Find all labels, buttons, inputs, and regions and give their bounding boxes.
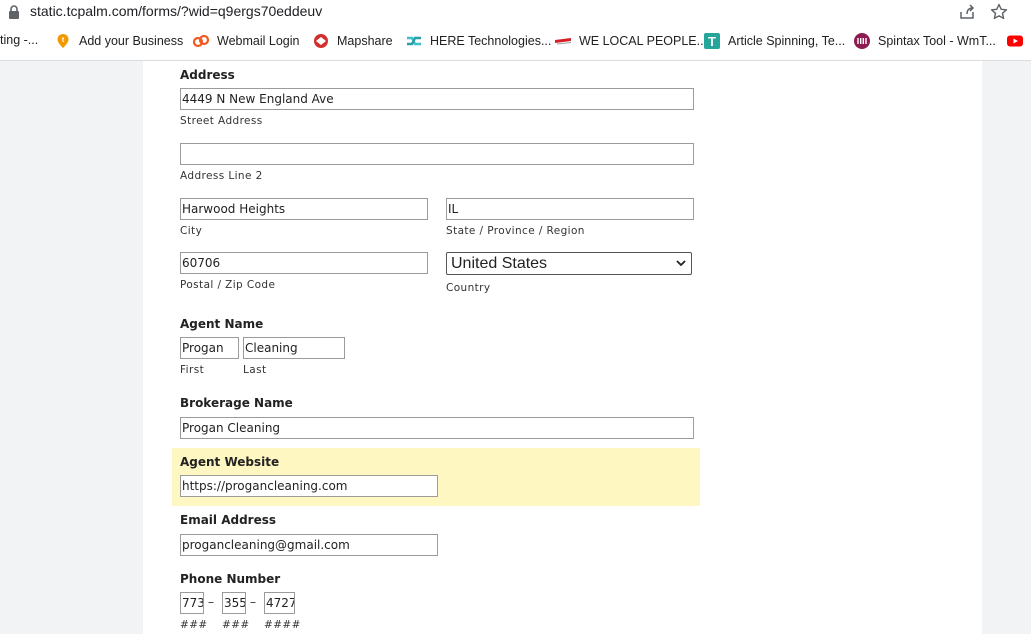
welocal-icon bbox=[555, 38, 571, 45]
share-icon[interactable] bbox=[958, 3, 976, 21]
form-page: Address 4449 N New England Ave Street Ad… bbox=[143, 61, 982, 634]
bookmark-label: Spintax Tool - WmT... bbox=[878, 34, 996, 48]
webmail-icon bbox=[193, 34, 209, 48]
first-name-sublabel: First bbox=[180, 364, 205, 376]
bookmark-item[interactable] bbox=[1007, 33, 1031, 49]
add-business-icon: t bbox=[57, 34, 69, 48]
country-sublabel: Country bbox=[446, 282, 491, 294]
agent-name-label: Agent Name bbox=[180, 317, 264, 331]
bookmark-item[interactable]: Spintax Tool - WmT... bbox=[854, 33, 996, 49]
country-selected-value: United States bbox=[451, 255, 548, 272]
phone-area-code-input[interactable]: 773 bbox=[180, 592, 204, 614]
svg-text:T: T bbox=[708, 34, 716, 49]
city-sublabel: City bbox=[180, 225, 203, 237]
street-address-sublabel: Street Address bbox=[180, 115, 263, 127]
bookmark-label: WE LOCAL PEOPLE... bbox=[579, 34, 708, 48]
youtube-icon bbox=[1007, 35, 1023, 47]
bookmark-label: HERE Technologies... bbox=[430, 34, 552, 48]
article-icon: T bbox=[704, 33, 720, 49]
bookmark-item[interactable]: WE LOCAL PEOPLE... bbox=[555, 33, 707, 49]
form: Address 4449 N New England Ave Street Ad… bbox=[143, 61, 982, 634]
zip-input[interactable]: 60706 bbox=[180, 252, 428, 274]
bookmark-label: ting -... bbox=[0, 33, 39, 47]
bookmark-item[interactable]: Mapshare bbox=[313, 33, 393, 49]
bookmarks-bar: ting -... t Add your Business Webmail Lo… bbox=[0, 24, 1031, 61]
city-input[interactable]: Harwood Heights bbox=[180, 198, 428, 220]
address-line2-sublabel: Address Line 2 bbox=[180, 170, 263, 182]
bookmark-label: Add your Business bbox=[79, 34, 184, 48]
email-address-input[interactable]: progancleaning@gmail.com bbox=[180, 534, 438, 556]
chevron-down-icon bbox=[676, 260, 686, 267]
bookmark-item[interactable]: HERE Technologies... bbox=[406, 33, 551, 49]
first-name-input[interactable]: Progan bbox=[180, 337, 239, 359]
last-name-input[interactable]: Cleaning bbox=[243, 337, 345, 359]
state-sublabel: State / Province / Region bbox=[446, 225, 585, 237]
page-viewport: Address 4449 N New England Ave Street Ad… bbox=[0, 61, 1031, 634]
bookmark-label: Article Spinning, Te... bbox=[728, 34, 846, 48]
here-icon bbox=[407, 36, 421, 46]
last-name-sublabel: Last bbox=[243, 364, 267, 376]
phone-prefix-input[interactable]: 355 bbox=[222, 592, 246, 614]
phone-separator: – bbox=[250, 595, 256, 609]
brokerage-name-input[interactable]: Progan Cleaning bbox=[180, 417, 694, 439]
email-address-label: Email Address bbox=[180, 513, 277, 527]
state-input[interactable]: IL bbox=[446, 198, 694, 220]
brokerage-name-label: Brokerage Name bbox=[180, 396, 293, 410]
phone-prefix-sublabel: ### bbox=[222, 619, 250, 631]
spintax-icon bbox=[854, 33, 870, 49]
bookmark-label: Webmail Login bbox=[217, 34, 300, 48]
bookmark-item[interactable]: ting -... bbox=[0, 33, 38, 47]
star-bookmark-icon[interactable] bbox=[990, 3, 1008, 21]
zip-sublabel: Postal / Zip Code bbox=[180, 279, 276, 291]
bookmark-item[interactable]: Webmail Login bbox=[193, 33, 299, 49]
phone-separator: – bbox=[208, 595, 214, 609]
address-bar[interactable]: static.tcpalm.com/forms/?wid=q9ergs70edd… bbox=[0, 0, 1031, 24]
street-address-input[interactable]: 4449 N New England Ave bbox=[180, 88, 694, 110]
bookmark-item[interactable]: T Article Spinning, Te... bbox=[704, 33, 845, 49]
mapshare-icon bbox=[314, 34, 328, 48]
country-select[interactable]: United States bbox=[446, 252, 692, 275]
lock-icon[interactable] bbox=[7, 4, 21, 20]
agent-website-input[interactable]: https://progancleaning.com bbox=[180, 475, 438, 497]
url-text[interactable]: static.tcpalm.com/forms/?wid=q9ergs70edd… bbox=[30, 3, 322, 19]
address-line2-input[interactable] bbox=[180, 143, 694, 165]
phone-line-sublabel: #### bbox=[264, 619, 301, 631]
bookmark-label: Mapshare bbox=[337, 34, 393, 48]
bookmark-item[interactable]: t Add your Business bbox=[55, 33, 183, 49]
agent-website-label: Agent Website bbox=[180, 455, 280, 469]
address-label: Address bbox=[180, 68, 235, 82]
phone-area-code-sublabel: ### bbox=[180, 619, 208, 631]
phone-line-input[interactable]: 4727 bbox=[264, 592, 295, 614]
phone-number-label: Phone Number bbox=[180, 572, 281, 586]
